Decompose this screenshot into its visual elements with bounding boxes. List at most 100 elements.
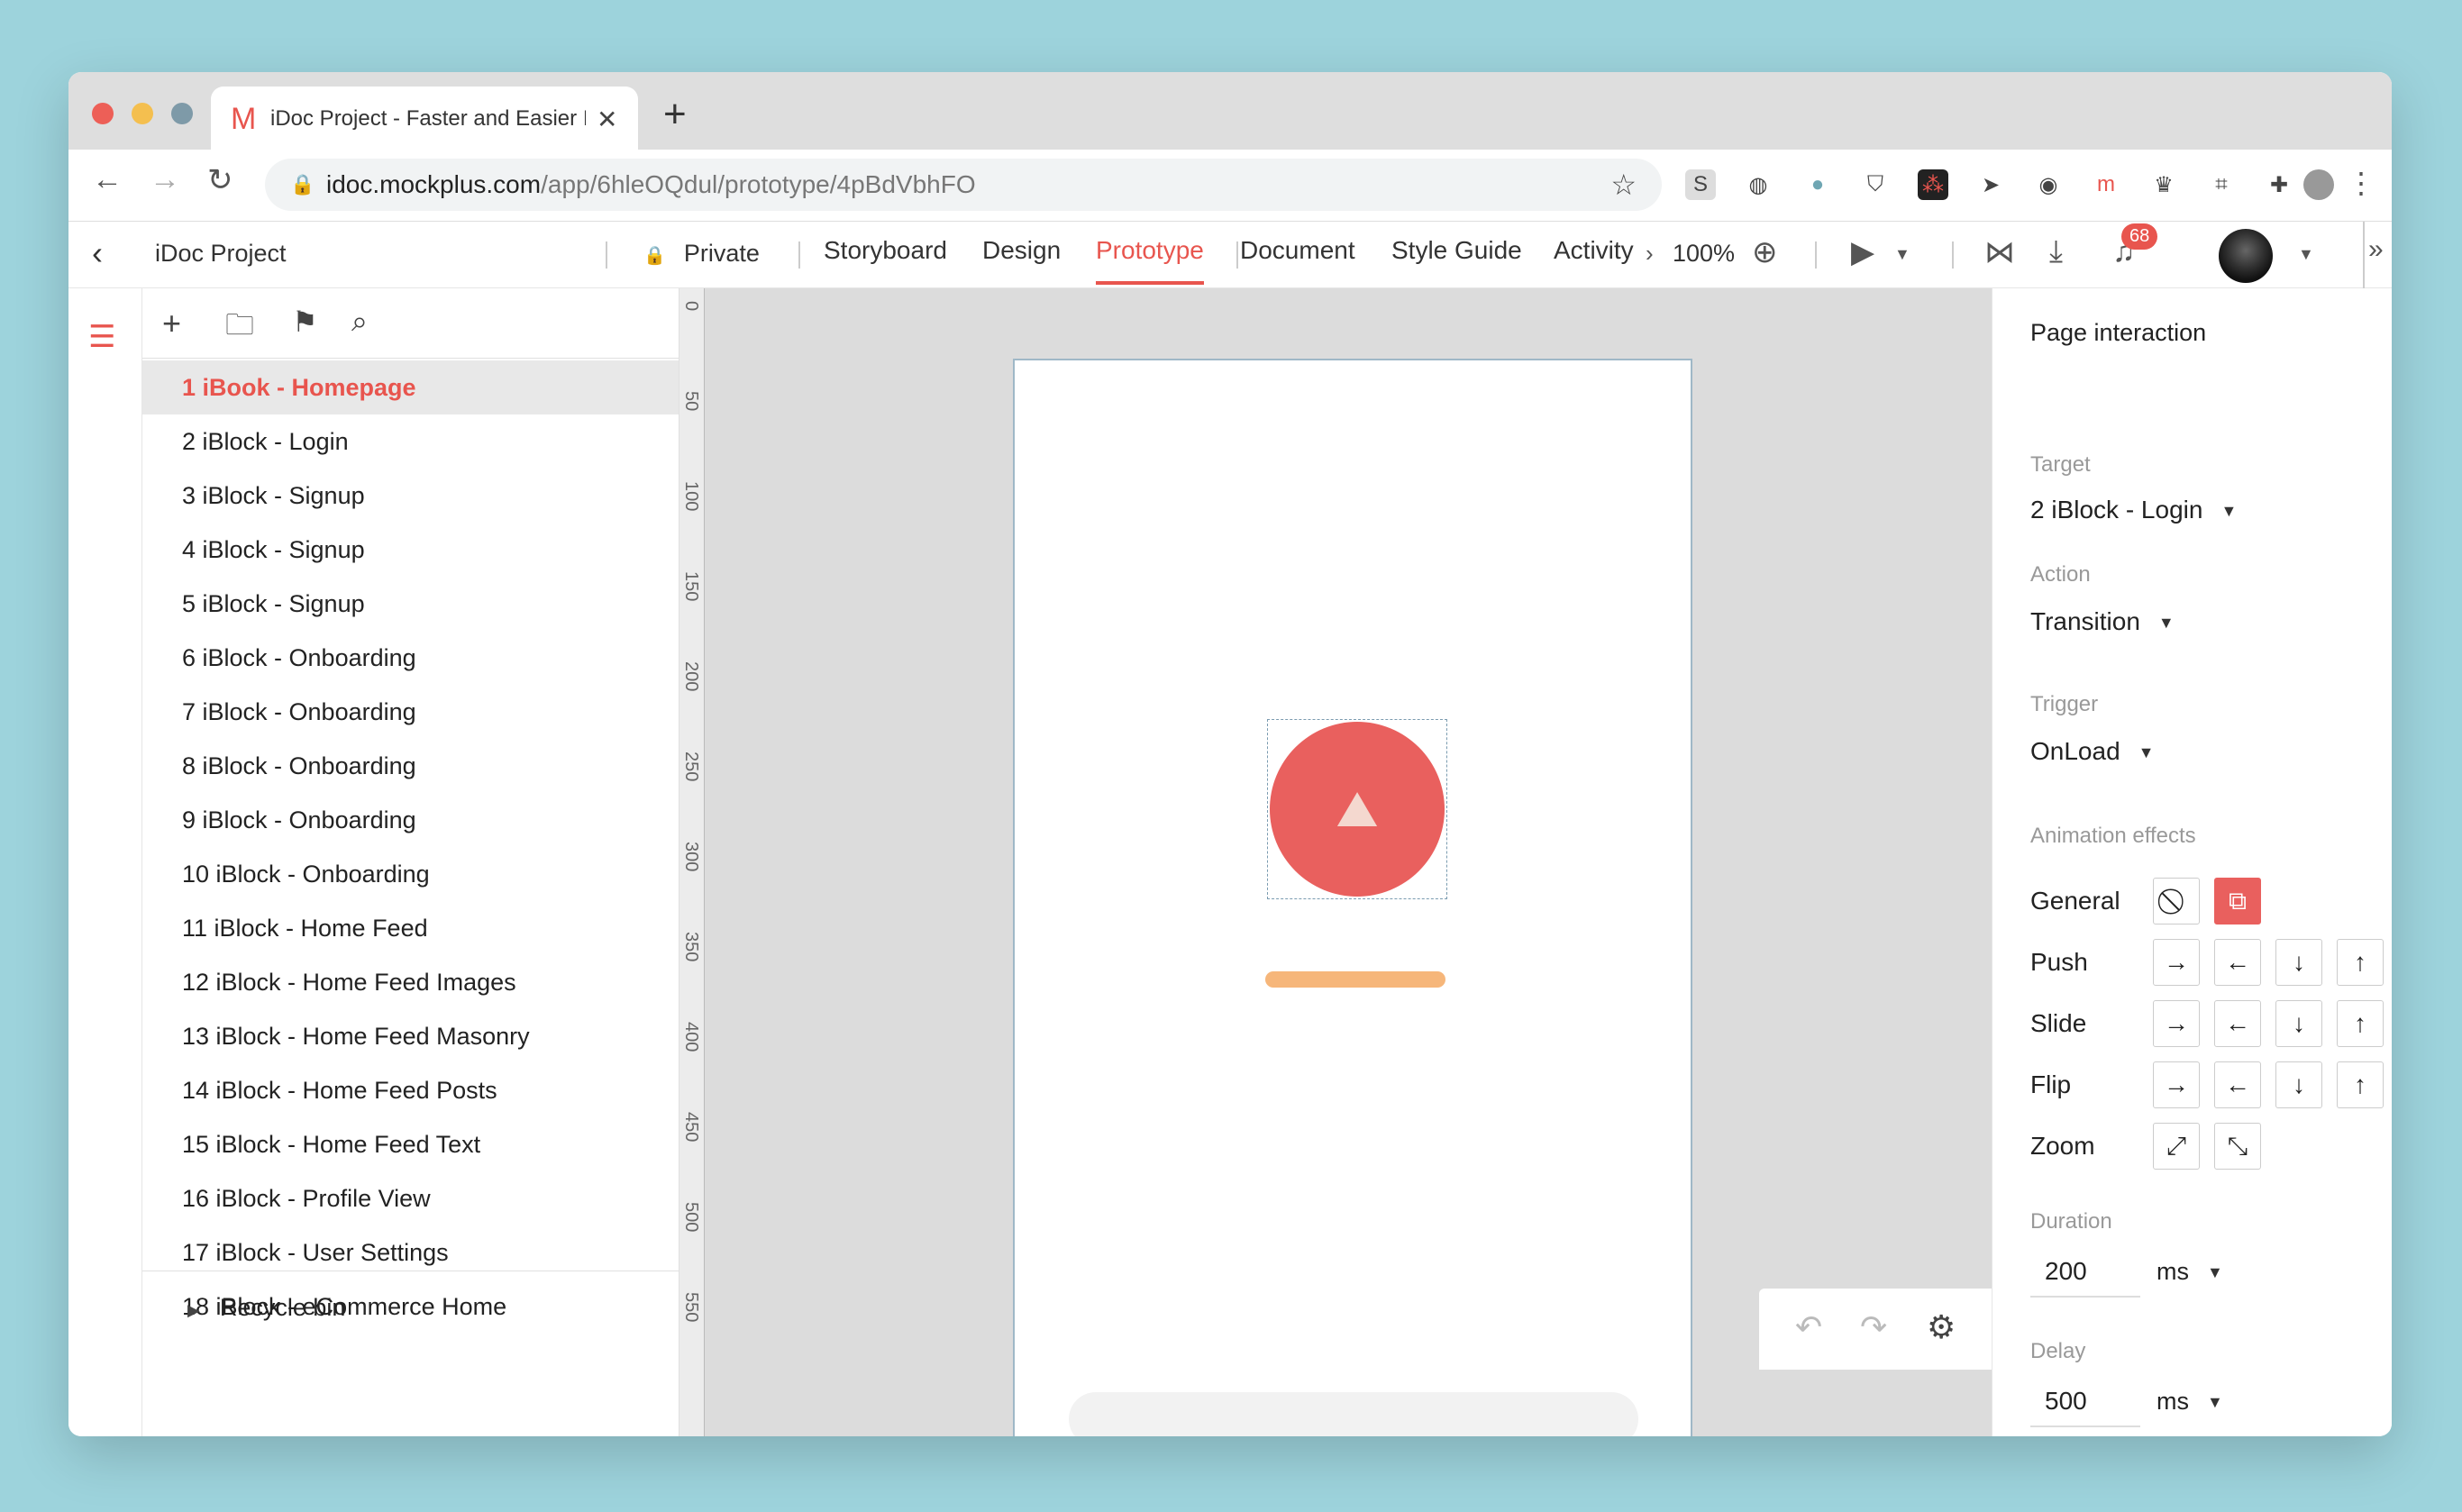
animation-effect-button[interactable]: ⧉: [2214, 878, 2261, 925]
animation-effect-button[interactable]: ↓: [2275, 1061, 2322, 1108]
expand-panel-icon[interactable]: »: [2368, 234, 2384, 265]
target-dropdown[interactable]: 2 iBlock - Login ▼: [2030, 496, 2237, 524]
back-arrow-icon[interactable]: ←: [92, 162, 123, 197]
redo-icon[interactable]: ↷: [1860, 1308, 1887, 1346]
animation-effect-button[interactable]: →: [2153, 939, 2200, 986]
tab-activity[interactable]: Activity: [1554, 236, 1634, 265]
extension-mail-icon[interactable]: m: [2091, 169, 2121, 200]
duration-unit-dropdown[interactable]: ms ▼: [2157, 1258, 2223, 1286]
page-list-item[interactable]: 7 iBlock - Onboarding: [142, 685, 679, 739]
animation-effect-button[interactable]: ↑: [2337, 1000, 2384, 1047]
tab-design[interactable]: Design: [982, 236, 1061, 265]
page-list-item[interactable]: 12 iBlock - Home Feed Images: [142, 955, 679, 1009]
bottom-pill-shape[interactable]: [1069, 1392, 1638, 1436]
minimize-window-button[interactable]: [132, 103, 153, 124]
page-list-item[interactable]: 15 iBlock - Home Feed Text: [142, 1117, 679, 1171]
search-icon[interactable]: ⌕: [351, 305, 368, 339]
browser-menu-icon[interactable]: ⋮: [2347, 166, 2375, 200]
settings-gear-icon[interactable]: ⚙: [1927, 1308, 1956, 1346]
page-list-item[interactable]: 5 iBlock - Signup: [142, 577, 679, 631]
extension-cursor-icon[interactable]: ➤: [1975, 169, 2006, 200]
artboard[interactable]: ⛰: [1013, 359, 1692, 1436]
zoom-in-icon[interactable]: ⊕: [1752, 234, 1778, 270]
url-bar[interactable]: 🔒 idoc.mockplus.com/app/6hleOQdul/protot…: [265, 159, 1662, 211]
prototype-canvas[interactable]: 0 50 100 150 200 250 300 350 400 450 500 550 ⛰ ↶ ↷ …: [679, 288, 1992, 1436]
animation-effect-button[interactable]: →: [2153, 1000, 2200, 1047]
selected-element[interactable]: ⛰: [1267, 719, 1447, 899]
action-dropdown[interactable]: Transition ▼: [2030, 607, 2175, 636]
chevron-down-icon[interactable]: ▼: [1894, 245, 1910, 264]
animation-effect-button[interactable]: ←: [2214, 1000, 2261, 1047]
animation-effect-button[interactable]: ↑: [2337, 939, 2384, 986]
page-list-item[interactable]: 13 iBlock - Home Feed Masonry: [142, 1009, 679, 1063]
flag-icon[interactable]: ⚑: [292, 305, 318, 339]
animation-effect-button[interactable]: ⤢: [2153, 1123, 2200, 1170]
tab-storyboard[interactable]: Storyboard: [824, 236, 947, 265]
extension-globe-icon[interactable]: ◍: [1743, 169, 1774, 200]
recycle-bin[interactable]: ▶ Recycle bin: [142, 1271, 679, 1343]
extension-m-icon[interactable]: ●: [1802, 169, 1833, 200]
close-window-button[interactable]: [92, 103, 114, 124]
duration-input[interactable]: [2030, 1247, 2140, 1298]
page-list-item[interactable]: 3 iBlock - Signup: [142, 469, 679, 523]
maximize-window-button[interactable]: [171, 103, 193, 124]
page-list-item[interactable]: 2 iBlock - Login: [142, 414, 679, 469]
avatar[interactable]: [2219, 229, 2273, 283]
share-icon[interactable]: ⋈: [1984, 234, 2015, 270]
folder-icon[interactable]: 🗀: [225, 305, 254, 353]
animation-effect-button[interactable]: ↓: [2275, 939, 2322, 986]
page-tree-icon[interactable]: ☰: [88, 319, 115, 355]
page-list-item[interactable]: 8 iBlock - Onboarding: [142, 739, 679, 793]
divider: [1236, 241, 1238, 269]
animation-effect-button[interactable]: ↑: [2337, 1061, 2384, 1108]
divider: [1815, 241, 1817, 269]
forward-arrow-icon[interactable]: →: [150, 162, 180, 197]
page-list-item[interactable]: 6 iBlock - Onboarding: [142, 631, 679, 685]
delay-unit-dropdown[interactable]: ms ▼: [2157, 1388, 2223, 1416]
profile-avatar-icon[interactable]: [2303, 169, 2334, 200]
animation-effect-button[interactable]: ⤡: [2214, 1123, 2261, 1170]
extension-pin-icon[interactable]: ✚: [2264, 169, 2294, 200]
page-list-item[interactable]: 4 iBlock - Signup: [142, 523, 679, 577]
close-tab-icon[interactable]: ✕: [597, 105, 617, 134]
download-icon[interactable]: ⤓: [2049, 234, 2063, 269]
reload-icon[interactable]: ↻: [207, 162, 233, 198]
extension-s-icon[interactable]: S: [1685, 169, 1716, 200]
animation-effect-button[interactable]: ↓: [2275, 1000, 2322, 1047]
play-preview-icon[interactable]: ▶: [1851, 234, 1874, 270]
ruler-tick-label: 200: [681, 661, 701, 692]
back-chevron-icon[interactable]: ‹: [92, 234, 103, 272]
add-page-icon[interactable]: +: [162, 305, 181, 342]
scroll-tabs-icon[interactable]: ›: [1646, 240, 1654, 268]
tab-document[interactable]: Document: [1240, 236, 1355, 265]
extension-shield-icon[interactable]: ⛉: [1860, 169, 1891, 200]
delay-input[interactable]: [2030, 1377, 2140, 1427]
page-list-item[interactable]: 10 iBlock - Onboarding: [142, 847, 679, 901]
zoom-level[interactable]: 100%: [1673, 240, 1735, 268]
page-list-item[interactable]: 9 iBlock - Onboarding: [142, 793, 679, 847]
animation-effect-button[interactable]: ←: [2214, 1061, 2261, 1108]
new-tab-button[interactable]: +: [663, 92, 687, 137]
bookmark-star-icon[interactable]: ☆: [1610, 168, 1637, 202]
page-list-item[interactable]: 11 iBlock - Home Feed: [142, 901, 679, 955]
animation-effect-button[interactable]: ←: [2214, 939, 2261, 986]
animation-effect-button[interactable]: →: [2153, 1061, 2200, 1108]
image-placeholder-circle[interactable]: ⛰: [1270, 722, 1445, 897]
page-list-item[interactable]: 14 iBlock - Home Feed Posts: [142, 1063, 679, 1117]
tab-prototype[interactable]: Prototype: [1096, 236, 1204, 285]
tab-style-guide[interactable]: Style Guide: [1391, 236, 1522, 265]
trigger-dropdown[interactable]: OnLoad ▼: [2030, 737, 2154, 766]
extension-bug-icon[interactable]: ♛: [2148, 169, 2179, 200]
page-list-item[interactable]: 1 iBook - Homepage: [142, 360, 679, 414]
caret-down-icon: ▼: [2207, 1263, 2223, 1282]
extension-pdf-icon[interactable]: ⁂: [1918, 169, 1948, 200]
privacy-toggle[interactable]: 🔒 Private: [643, 240, 760, 268]
progress-bar-shape[interactable]: [1265, 971, 1445, 988]
chevron-down-icon[interactable]: ▼: [2298, 245, 2314, 264]
browser-tab[interactable]: M iDoc Project - Faster and Easier I ✕: [211, 87, 638, 151]
extension-crop-icon[interactable]: ⌗: [2206, 169, 2237, 200]
undo-icon[interactable]: ↶: [1795, 1308, 1822, 1346]
extension-circle-icon[interactable]: ◉: [2033, 169, 2064, 200]
animation-effect-button[interactable]: ⃠: [2153, 878, 2200, 925]
page-list-item[interactable]: 16 iBlock - Profile View: [142, 1171, 679, 1225]
